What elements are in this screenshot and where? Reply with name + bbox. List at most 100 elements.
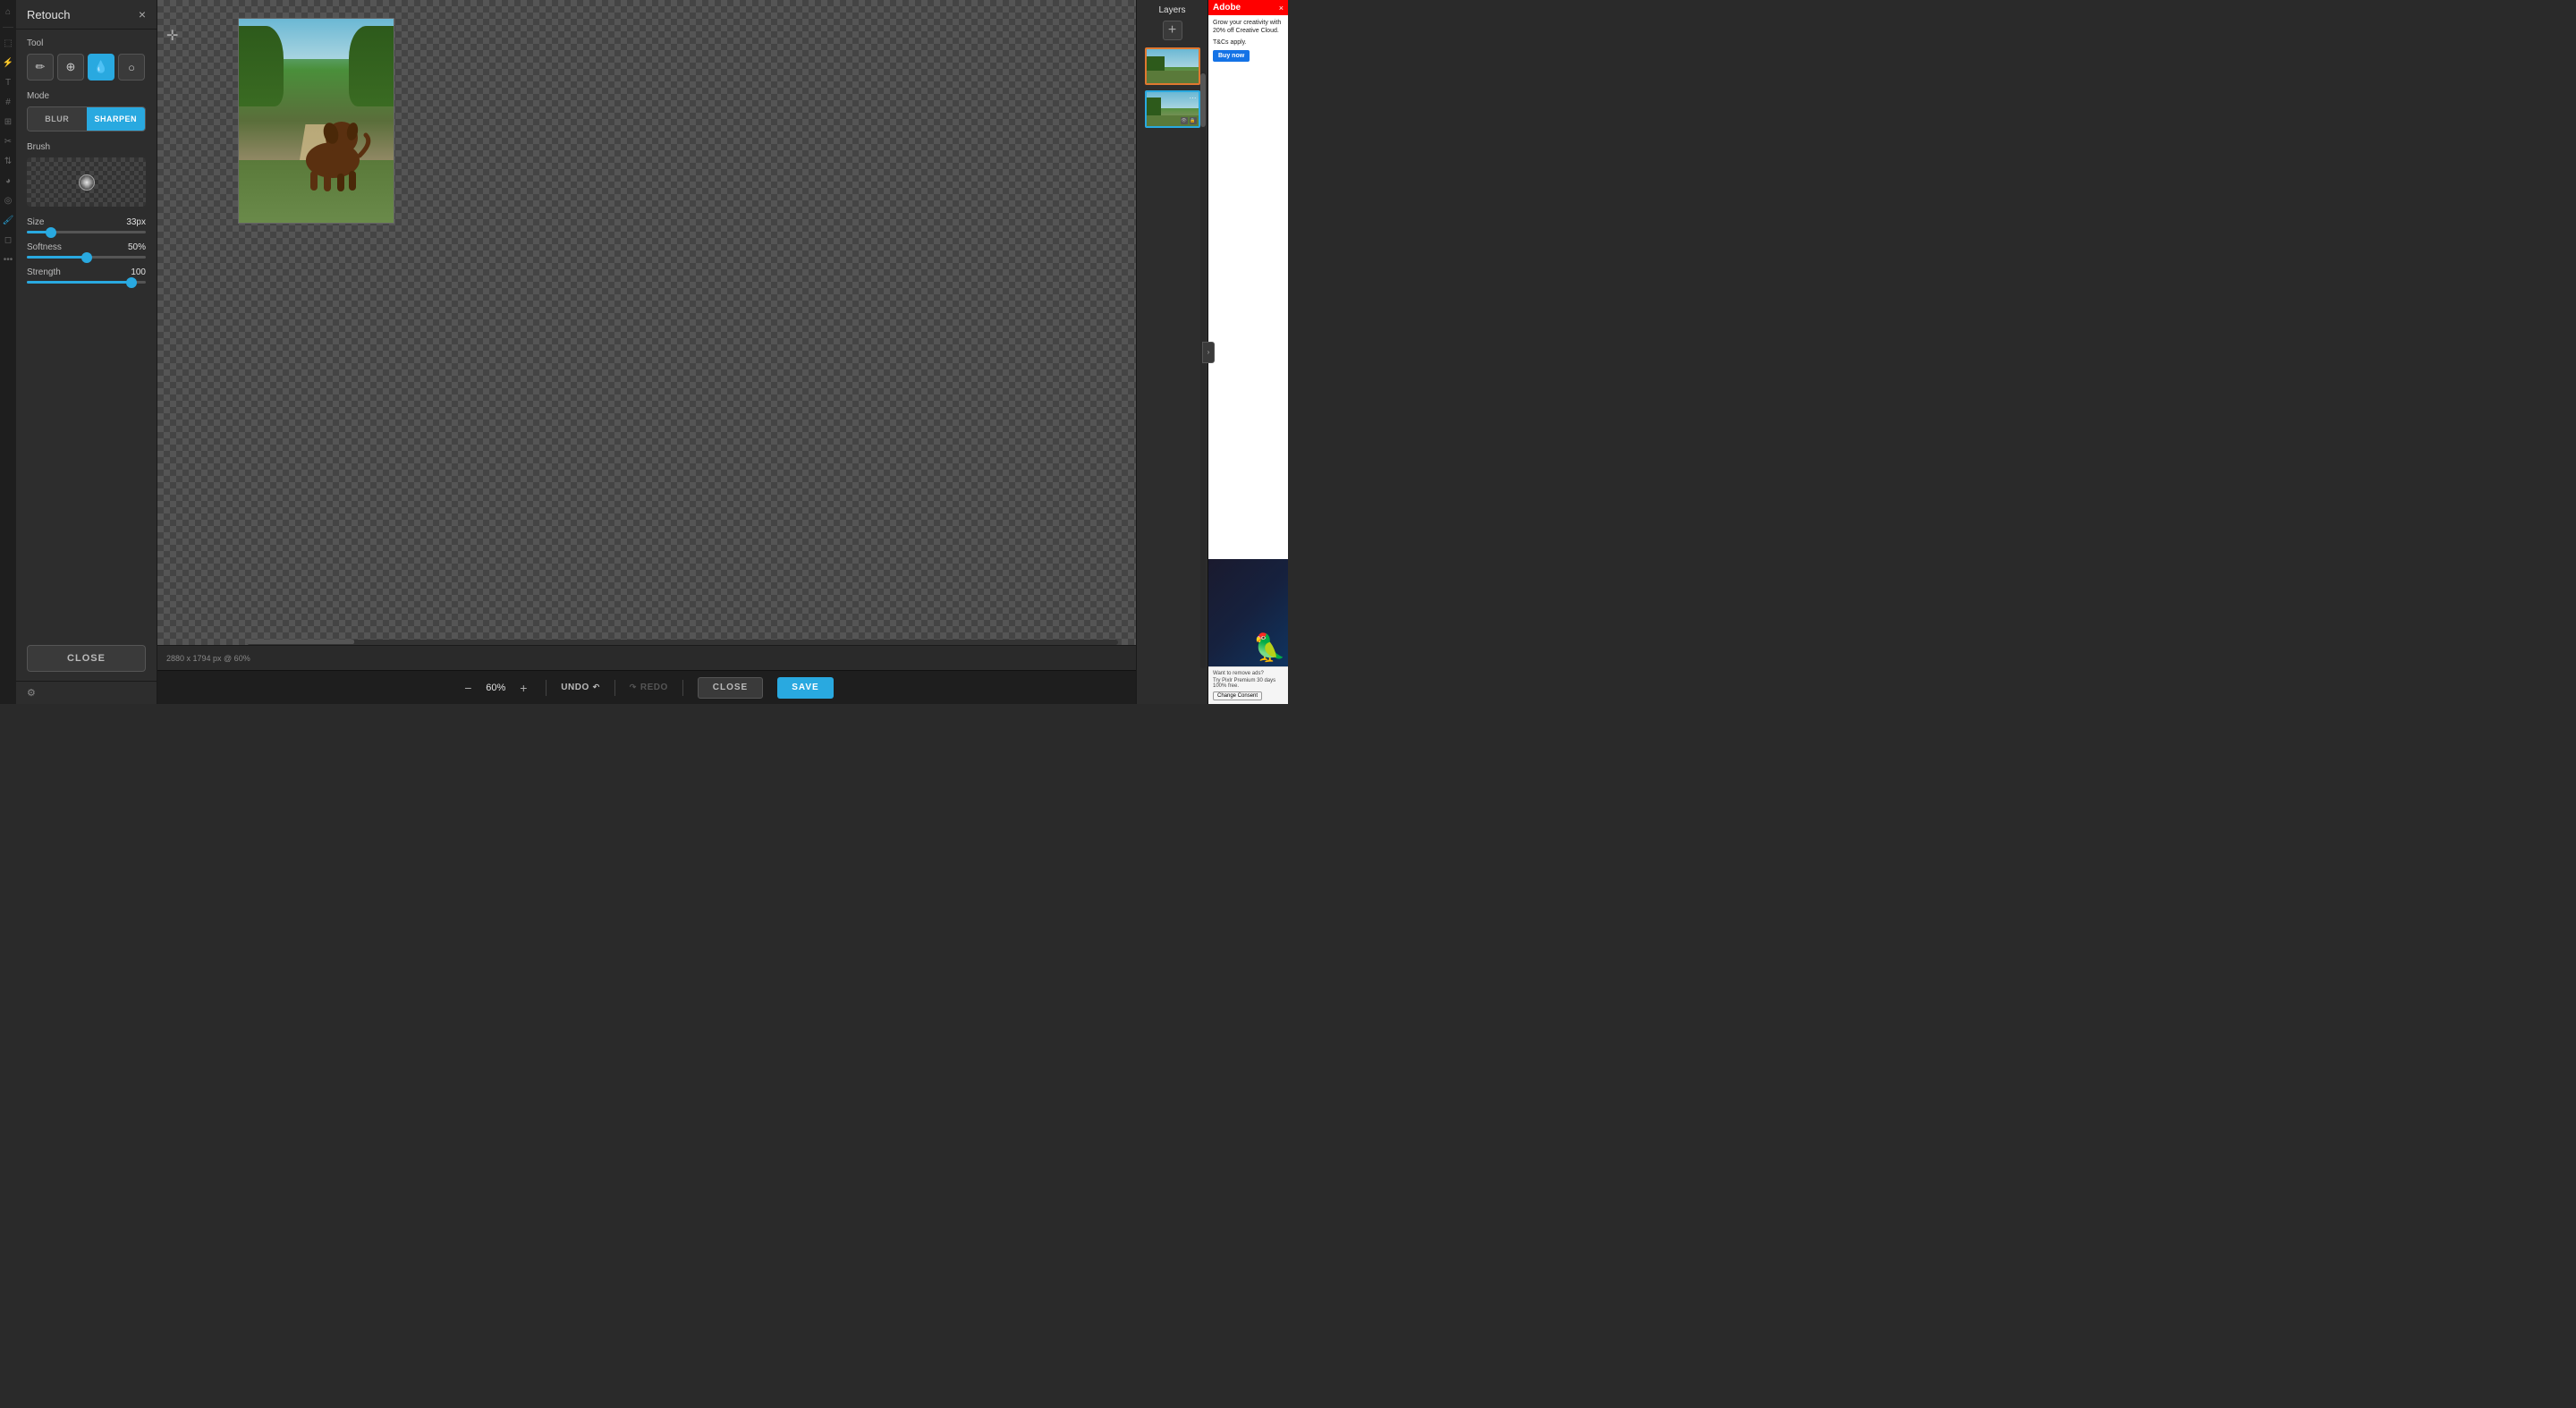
- panel-bottom: ⚙: [16, 681, 157, 704]
- zoom-value: 60%: [481, 683, 510, 693]
- softness-slider-value: 50%: [128, 242, 146, 252]
- ad-panel: Adobe × Grow your creativity with 20% of…: [1208, 0, 1288, 704]
- pencil-tool-button[interactable]: ✏: [27, 54, 54, 81]
- pattern-icon[interactable]: #: [2, 96, 14, 108]
- add-layer-button[interactable]: +: [1163, 21, 1182, 40]
- move-icon: ✛: [166, 27, 178, 45]
- color-icon[interactable]: ◕: [2, 174, 14, 187]
- size-slider-track[interactable]: [27, 231, 146, 233]
- close-toolbar-button[interactable]: CLOSE: [698, 677, 763, 699]
- ad-image: 🦜: [1208, 559, 1288, 666]
- paint-icon[interactable]: 🖌: [2, 214, 14, 226]
- scrollbar-thumb-h[interactable]: [247, 640, 354, 644]
- retouch-header: Retouch ×: [16, 0, 157, 30]
- dog-silhouette: [292, 98, 373, 196]
- layer-item[interactable]: 👁 🔒 ···: [1145, 90, 1200, 128]
- separator-1: [546, 680, 547, 696]
- save-button[interactable]: SAVE: [777, 677, 834, 699]
- size-slider-value: 33px: [126, 217, 146, 227]
- strength-slider-row: Strength 100: [27, 267, 146, 284]
- vertical-scrollbar[interactable]: [1200, 72, 1206, 668]
- undo-icon: ↶: [593, 683, 600, 692]
- ad-cta-button[interactable]: Buy now: [1213, 50, 1250, 62]
- tree-right: [349, 26, 394, 106]
- eraser-icon[interactable]: ◻: [2, 233, 14, 246]
- undo-button[interactable]: UNDO ↶: [561, 683, 600, 692]
- layer-thumbnail-small[interactable]: [1145, 47, 1200, 85]
- effect-icon[interactable]: ◎: [2, 194, 14, 207]
- undo-label: UNDO: [561, 683, 589, 692]
- strength-slider-label: Strength: [27, 267, 61, 277]
- close-button[interactable]: CLOSE: [27, 645, 146, 672]
- thumb-ground: [1147, 71, 1199, 83]
- text-icon[interactable]: T: [2, 76, 14, 89]
- brush-dot: [79, 174, 95, 191]
- change-consent-button[interactable]: Change Consent: [1213, 691, 1262, 700]
- ad-headline: Grow your creativity with 20% off Creati…: [1213, 19, 1284, 35]
- horizontal-scrollbar[interactable]: [247, 640, 1118, 645]
- panel-close-button[interactable]: ×: [139, 7, 146, 21]
- home-icon[interactable]: ⌂: [2, 5, 14, 18]
- layer-more-icon[interactable]: ···: [1190, 94, 1197, 102]
- zoom-controls: − 60% +: [460, 680, 531, 696]
- strength-slider-track[interactable]: [27, 281, 146, 284]
- cut-icon[interactable]: ✂: [2, 135, 14, 148]
- zoom-in-button[interactable]: +: [515, 680, 531, 696]
- ad-bird-graphic: 🦜: [1253, 635, 1286, 662]
- softness-slider-track[interactable]: [27, 256, 146, 259]
- remove-ads-text: Want to remove ads?: [1213, 671, 1284, 676]
- layer-icons: 👁 🔒: [1181, 117, 1197, 124]
- brush-label: Brush: [27, 142, 146, 152]
- redo-label: REDO: [640, 683, 668, 692]
- layers-panel: Layers + 👁 🔒 ··· ›: [1136, 0, 1208, 704]
- more-icon[interactable]: •••: [2, 253, 14, 266]
- panel-footer: CLOSE ⚙: [16, 638, 157, 704]
- premium-text: Try Pixlr Premium 30 days 100% free.: [1213, 678, 1284, 689]
- dodge-tool-button[interactable]: ○: [118, 54, 145, 81]
- softness-slider-label: Softness: [27, 242, 62, 252]
- settings-icon[interactable]: ⚙: [27, 687, 36, 699]
- layers-title: Layers: [1158, 5, 1185, 15]
- separator-3: [682, 680, 683, 696]
- bottom-toolbar: − 60% + UNDO ↶ ↷ REDO CLOSE SAVE: [157, 670, 1136, 704]
- retouch-body: Tool ✏ ⊕ 💧 ○ Mode BLUR SHARPEN Brush Siz…: [16, 30, 157, 638]
- mode-buttons: BLUR SHARPEN: [27, 106, 146, 131]
- ad-header: Adobe ×: [1208, 0, 1288, 15]
- brush-preview: [27, 157, 146, 207]
- strength-slider-thumb[interactable]: [126, 277, 137, 288]
- sharpen-mode-button[interactable]: SHARPEN: [87, 107, 146, 131]
- tree-left: [239, 26, 284, 106]
- softness-slider-thumb[interactable]: [81, 252, 92, 263]
- blur-mode-button[interactable]: BLUR: [28, 107, 87, 131]
- stamp-tool-button[interactable]: ⊕: [57, 54, 84, 81]
- divider: [3, 27, 13, 28]
- redo-button[interactable]: ↷ REDO: [630, 683, 668, 692]
- brush-icon[interactable]: ⚡: [2, 56, 14, 69]
- select-icon[interactable]: ⬚: [2, 37, 14, 49]
- scrollbar-thumb-v[interactable]: [1200, 73, 1206, 127]
- retouch-panel: Retouch × Tool ✏ ⊕ 💧 ○ Mode BLUR SHARPEN…: [16, 0, 157, 704]
- redo-icon: ↷: [630, 683, 637, 692]
- tool-label: Tool: [27, 38, 146, 48]
- zoom-out-button[interactable]: −: [460, 680, 476, 696]
- layer-eye-icon: 👁: [1181, 117, 1188, 124]
- blur-tool-button[interactable]: 💧: [88, 54, 114, 81]
- layer-lock-icon: 🔒: [1190, 117, 1197, 124]
- strength-slider-header: Strength 100: [27, 267, 146, 277]
- canvas-content[interactable]: ✛: [157, 0, 1136, 645]
- ad-footer: Want to remove ads? Try Pixlr Premium 30…: [1208, 666, 1288, 704]
- collapse-arrow[interactable]: ›: [1202, 342, 1215, 363]
- ad-close-button[interactable]: ×: [1279, 4, 1284, 13]
- mode-label: Mode: [27, 91, 146, 101]
- strength-slider-value: 100: [131, 267, 146, 277]
- adjust-icon[interactable]: ⇅: [2, 155, 14, 167]
- size-slider-thumb[interactable]: [46, 227, 56, 238]
- transform-icon[interactable]: ⊞: [2, 115, 14, 128]
- separator-2: [614, 680, 615, 696]
- canvas-area: ✛: [157, 0, 1136, 704]
- tool-buttons: ✏ ⊕ 💧 ○: [27, 54, 146, 81]
- softness-slider-row: Softness 50%: [27, 242, 146, 259]
- status-bar: 2880 x 1794 px @ 60%: [157, 645, 1136, 670]
- canvas-image[interactable]: [238, 18, 394, 224]
- retouch-title: Retouch: [27, 8, 70, 21]
